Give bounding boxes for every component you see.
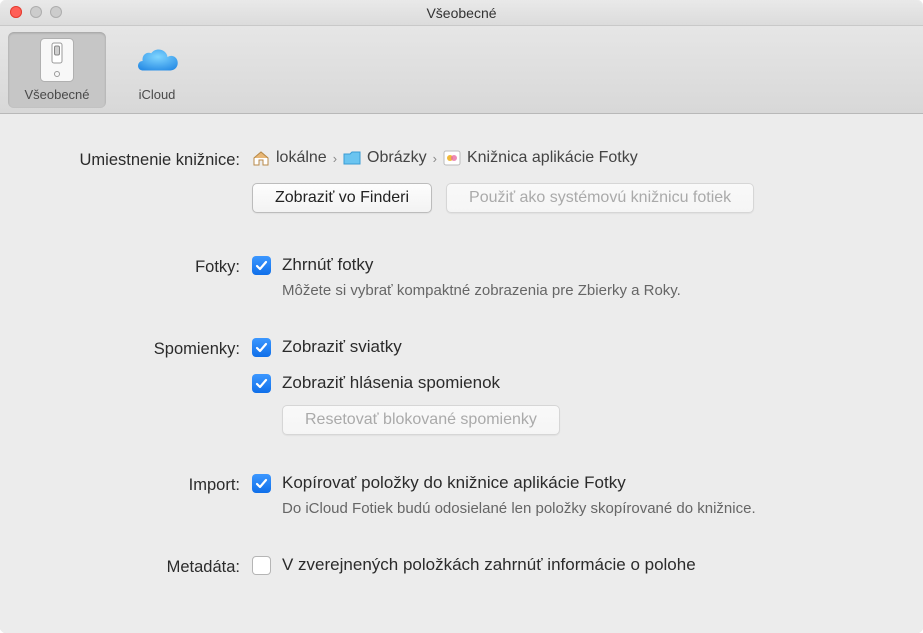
copy-items-label: Kopírovať položky do knižnice aplikácie …	[282, 473, 626, 493]
copy-items-description: Do iCloud Fotiek budú odosielané len pol…	[252, 500, 887, 517]
general-icon	[33, 36, 81, 84]
home-icon	[252, 150, 270, 166]
minimize-window-button[interactable]	[30, 6, 42, 18]
library-location-label: Umiestnenie knižnice:	[36, 148, 252, 170]
toolbar: Všeobecné iCloud	[0, 26, 923, 114]
use-as-system-library-button: Použiť ako systémovú knižnicu fotiek	[446, 183, 754, 213]
toolbar-tab-label: iCloud	[139, 87, 176, 102]
titlebar: Všeobecné	[0, 0, 923, 26]
folder-icon	[343, 150, 361, 166]
include-location-checkbox[interactable]	[252, 556, 271, 575]
copy-items-checkbox[interactable]	[252, 474, 271, 493]
icloud-icon	[133, 36, 181, 84]
breadcrumb-item[interactable]: Knižnica aplikácie Fotky	[467, 149, 638, 167]
toolbar-tab-general[interactable]: Všeobecné	[8, 32, 106, 108]
memories-label: Spomienky:	[36, 337, 252, 359]
metadata-label: Metadáta:	[36, 555, 252, 577]
summarize-photos-description: Môžete si vybrať kompaktné zobrazenia pr…	[252, 282, 887, 299]
show-in-finder-button[interactable]: Zobraziť vo Finderi	[252, 183, 432, 213]
photos-library-icon	[443, 150, 461, 166]
chevron-right-icon: ›	[433, 151, 437, 166]
chevron-right-icon: ›	[333, 151, 337, 166]
toolbar-tab-icloud[interactable]: iCloud	[108, 32, 206, 108]
show-memory-notifications-label: Zobraziť hlásenia spomienok	[282, 373, 500, 393]
toolbar-tab-label: Všeobecné	[24, 87, 89, 102]
show-holidays-checkbox[interactable]	[252, 338, 271, 357]
breadcrumb: lokálne › Obrázky › Knižnica aplikácie F…	[252, 148, 887, 167]
photos-label: Fotky:	[36, 255, 252, 277]
reset-blocked-memories-button: Resetovať blokované spomienky	[282, 405, 560, 435]
traffic-lights	[10, 6, 62, 18]
preferences-window: Všeobecné Všeobecné	[0, 0, 923, 633]
breadcrumb-item[interactable]: lokálne	[276, 149, 327, 167]
show-holidays-label: Zobraziť sviatky	[282, 337, 402, 357]
window-title: Všeobecné	[426, 5, 496, 21]
show-memory-notifications-checkbox[interactable]	[252, 374, 271, 393]
content-area: Umiestnenie knižnice: lokálne › Obrázky …	[0, 114, 923, 609]
summarize-photos-label: Zhrnúť fotky	[282, 255, 373, 275]
breadcrumb-item[interactable]: Obrázky	[367, 149, 427, 167]
include-location-label: V zverejnených položkách zahrnúť informá…	[282, 555, 696, 575]
zoom-window-button[interactable]	[50, 6, 62, 18]
import-label: Import:	[36, 473, 252, 495]
summarize-photos-checkbox[interactable]	[252, 256, 271, 275]
close-window-button[interactable]	[10, 6, 22, 18]
